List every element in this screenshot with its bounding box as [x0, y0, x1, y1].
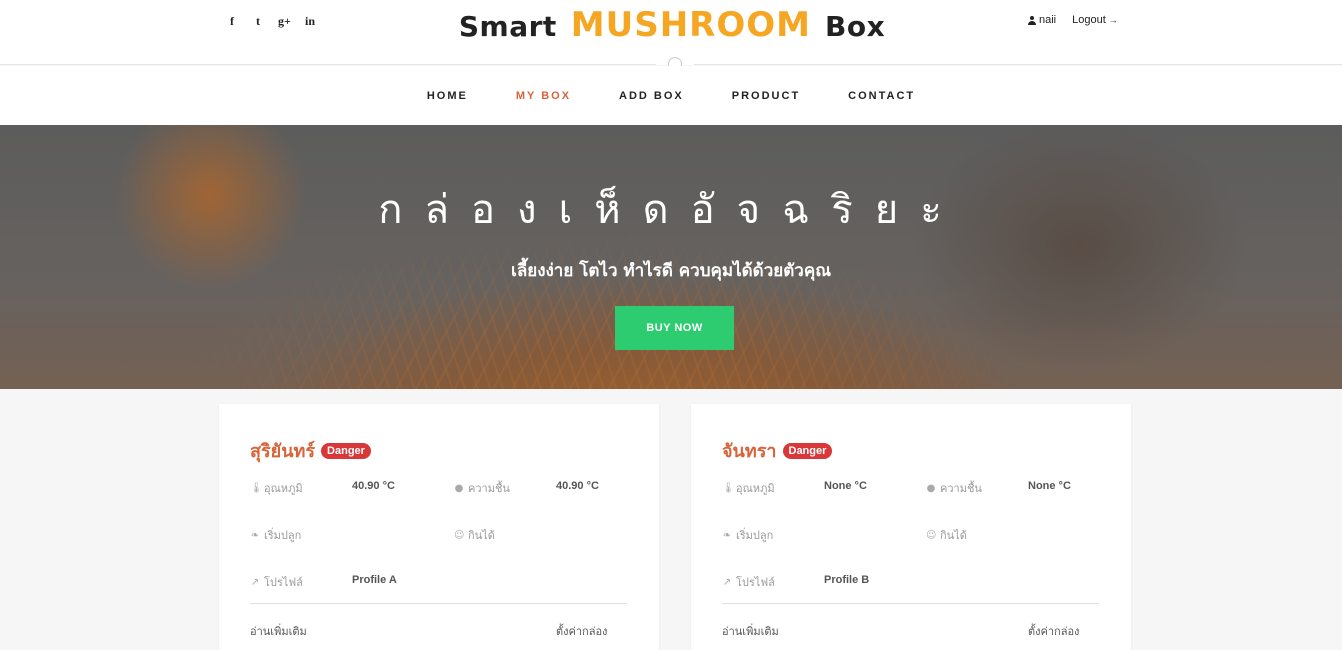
- box-settings-link[interactable]: ตั้งค่ากล่อง: [1028, 622, 1079, 640]
- status-badge: Danger: [782, 442, 833, 459]
- line-chart-icon: ↗: [722, 576, 732, 588]
- temperature-value: 40.90 °C: [352, 480, 395, 492]
- temperature-label-row: 🌡︎ อุณหภูมิ: [722, 479, 775, 497]
- smile-icon: ☺: [454, 529, 465, 541]
- logo-word-smart: Smart: [458, 10, 557, 43]
- leaf-icon: ❧: [722, 529, 732, 541]
- read-more-link[interactable]: อ่านเพิ่มเติม: [250, 622, 307, 640]
- main-nav: HOME MY BOX ADD BOX PRODUCT CONTACT: [0, 66, 1342, 125]
- humidity-label: ความชื้น: [940, 482, 982, 495]
- humidity-label-row: ● ความชื้น: [454, 479, 510, 497]
- harvest-label-row: ☺ กินได้: [926, 526, 967, 544]
- harvest-label-row: ☺ กินได้: [454, 526, 495, 544]
- profile-label-row: ↗ โปรไฟล์: [722, 573, 775, 591]
- line-chart-icon: ↗: [250, 576, 260, 588]
- user-name: naii: [1039, 14, 1057, 26]
- social-links: f t g+ in: [226, 14, 316, 28]
- nav-home[interactable]: HOME: [427, 90, 468, 102]
- status-badge: Danger: [321, 442, 371, 459]
- hero-banner: กล่องเห็ดอัจฉริยะ เลี้ยงง่าย โตไว ทำไรดี…: [0, 125, 1342, 389]
- box-card: จันทรา Danger 🌡︎ อุณหภูมิ None °C ● ความ…: [691, 404, 1131, 650]
- start-label: เริ่มปลูก: [736, 529, 774, 542]
- nav-my-box[interactable]: MY BOX: [516, 90, 571, 102]
- start-label: เริ่มปลูก: [264, 529, 302, 542]
- hero-subtitle: เลี้ยงง่าย โตไว ทำไรดี ควบคุมได้ด้วยตัวค…: [511, 261, 831, 281]
- card-divider: [250, 603, 627, 604]
- hero-title: กล่องเห็ดอัจฉริยะ: [378, 187, 964, 233]
- temperature-value: None °C: [824, 480, 867, 492]
- thermometer-icon: 🌡︎: [722, 482, 735, 494]
- water-drop-icon: ●: [926, 482, 936, 494]
- sign-out-icon: →: [1108, 15, 1118, 25]
- smile-icon: ☺: [926, 529, 937, 541]
- box-card-header: สุริยันทร์ Danger: [250, 436, 371, 465]
- profile-value: Profile B: [824, 574, 870, 586]
- temperature-label: อุณหภูมิ: [264, 482, 303, 495]
- nav-contact[interactable]: CONTACT: [848, 90, 915, 102]
- box-name[interactable]: จันทรา: [722, 436, 777, 465]
- profile-label: โปรไฟล์: [264, 576, 303, 589]
- nav-product[interactable]: PRODUCT: [732, 90, 800, 102]
- user-icon: [1028, 15, 1036, 25]
- box-settings-link[interactable]: ตั้งค่ากล่อง: [556, 622, 607, 640]
- google-plus-icon[interactable]: g+: [278, 14, 291, 28]
- box-name[interactable]: สุริยันทร์: [250, 436, 315, 465]
- humidity-label-row: ● ความชื้น: [926, 479, 982, 497]
- box-card-header: จันทรา Danger: [722, 436, 833, 465]
- top-bar: f t g+ in Smart MUSHROOM Box naii Logout…: [0, 0, 1342, 65]
- start-label-row: ❧ เริ่มปลูก: [250, 526, 302, 544]
- site-logo[interactable]: Smart MUSHROOM Box: [459, 5, 885, 51]
- thermometer-icon: 🌡︎: [250, 482, 263, 494]
- water-drop-icon: ●: [454, 482, 464, 494]
- humidity-value: None °C: [1028, 480, 1071, 492]
- box-card: สุริยันทร์ Danger 🌡︎ อุณหภูมิ 40.90 °C ●…: [219, 404, 659, 650]
- temperature-label-row: 🌡︎ อุณหภูมิ: [250, 479, 303, 497]
- humidity-label: ความชื้น: [468, 482, 510, 495]
- user-link[interactable]: naii: [1028, 14, 1056, 26]
- harvest-label: กินได้: [468, 529, 495, 542]
- nav-add-box[interactable]: ADD BOX: [619, 90, 684, 102]
- logout-link[interactable]: Logout →: [1072, 14, 1118, 26]
- profile-value: Profile A: [352, 574, 397, 586]
- twitter-icon[interactable]: t: [252, 14, 264, 28]
- temperature-label: อุณหภูมิ: [736, 482, 775, 495]
- humidity-value: 40.90 °C: [556, 480, 599, 492]
- logo-word-mushroom: MUSHROOM: [570, 5, 812, 45]
- profile-label-row: ↗ โปรไฟล์: [250, 573, 303, 591]
- user-menu: naii Logout →: [1028, 14, 1118, 26]
- facebook-icon[interactable]: f: [226, 14, 238, 28]
- profile-label: โปรไฟล์: [736, 576, 775, 589]
- card-divider: [722, 603, 1099, 604]
- logout-label: Logout: [1072, 14, 1106, 26]
- buy-now-button[interactable]: BUY NOW: [615, 306, 734, 350]
- harvest-label: กินได้: [940, 529, 967, 542]
- logo-word-box: Box: [825, 10, 886, 43]
- read-more-link[interactable]: อ่านเพิ่มเติม: [722, 622, 779, 640]
- start-label-row: ❧ เริ่มปลูก: [722, 526, 774, 544]
- linkedin-icon[interactable]: in: [304, 14, 316, 28]
- leaf-icon: ❧: [250, 529, 260, 541]
